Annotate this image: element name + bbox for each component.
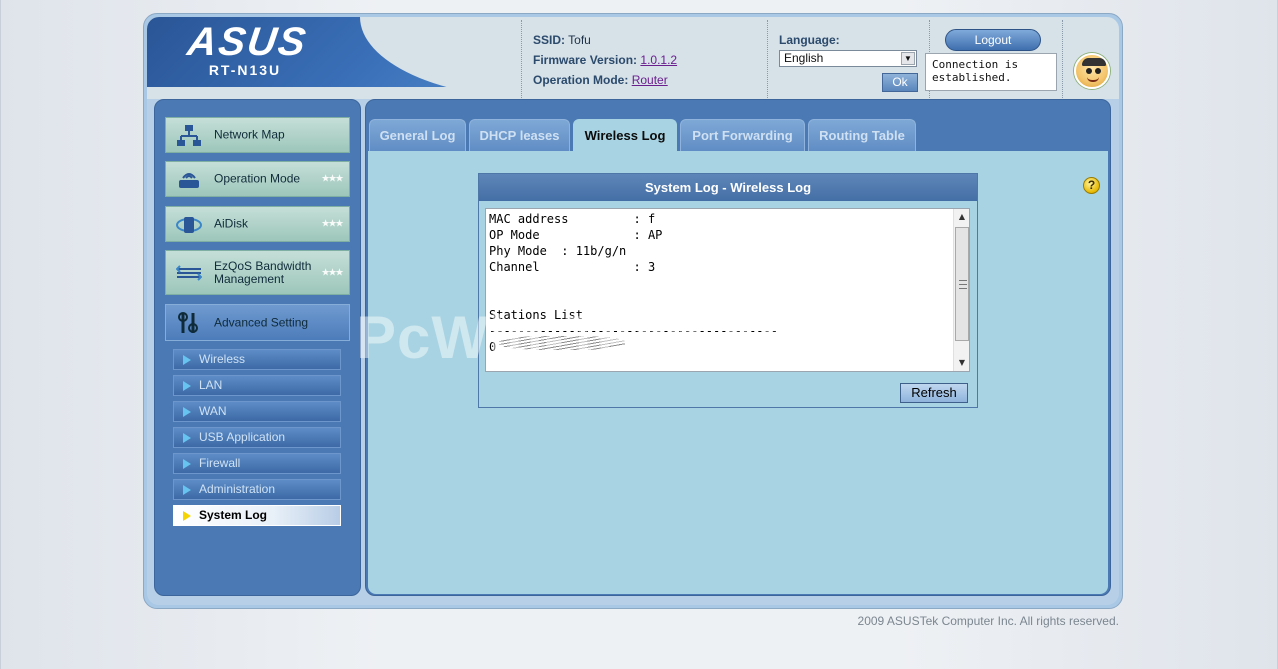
- log-line: ​: [489, 275, 969, 291]
- divider: [767, 20, 768, 98]
- copyright-footer: 2009 ASUSTek Computer Inc. All rights re…: [857, 614, 1119, 628]
- status-avatar-icon: [1074, 53, 1110, 89]
- menu-advanced-setting[interactable]: Advanced Setting: [165, 304, 350, 341]
- menu-operation-mode[interactable]: Operation Mode ★★★: [165, 161, 350, 197]
- help-icon[interactable]: ?: [1083, 177, 1100, 194]
- router-icon: [179, 173, 199, 188]
- model-name: RT-N13U: [208, 62, 282, 78]
- stars-icon: ★★★: [321, 267, 344, 278]
- submenu-system-log[interactable]: System Log: [173, 505, 341, 526]
- submenu-usb-application[interactable]: USB Application: [173, 427, 341, 448]
- language-select[interactable]: English ▼: [779, 50, 917, 67]
- advanced-setting-icon: [178, 312, 198, 333]
- tab-port-forwarding[interactable]: Port Forwarding: [680, 119, 805, 152]
- submenu-wireless[interactable]: Wireless: [173, 349, 341, 370]
- tab-wireless-log[interactable]: Wireless Log: [573, 119, 677, 153]
- triangle-right-icon: [183, 433, 191, 443]
- avatar-eye: [1095, 68, 1101, 74]
- log-line: OP Mode : AP: [489, 228, 663, 242]
- avatar-mouth: [1087, 77, 1099, 82]
- firmware-link[interactable]: 1.0.1.2: [640, 53, 677, 67]
- submenu-firewall[interactable]: Firewall: [173, 453, 341, 474]
- menu-network-map[interactable]: Network Map: [165, 117, 350, 153]
- tab-routing-table[interactable]: Routing Table: [808, 119, 916, 152]
- submenu-administration[interactable]: Administration: [173, 479, 341, 500]
- opmode-link[interactable]: Router: [632, 73, 668, 87]
- refresh-button[interactable]: Refresh: [900, 383, 968, 403]
- ssid-value: Tofu: [568, 33, 591, 47]
- submenu-label: System Log: [199, 508, 268, 522]
- menu-label: Network Map: [214, 127, 285, 142]
- avatar-eye: [1086, 68, 1092, 74]
- divider: [521, 20, 522, 98]
- log-title: System Log - Wireless Log: [479, 174, 977, 201]
- tab-dhcp-leases[interactable]: DHCP leases: [469, 119, 570, 152]
- submenu-label: WAN: [199, 404, 227, 418]
- submenu-lan[interactable]: LAN: [173, 375, 341, 396]
- submenu-label: Wireless: [199, 352, 246, 366]
- scroll-up-icon[interactable]: ▲: [954, 209, 970, 225]
- log-line: Channel : 3: [489, 260, 656, 274]
- ezqos-icon: [176, 265, 202, 281]
- stars-icon: ★★★: [321, 218, 344, 230]
- menu-label: AiDisk: [214, 216, 249, 231]
- menu-label: Advanced Setting: [214, 315, 309, 329]
- scroll-down-icon[interactable]: ▼: [954, 355, 970, 371]
- language-label: Language:: [779, 33, 840, 47]
- log-line: MAC address : f: [489, 212, 656, 226]
- triangle-right-icon: [183, 459, 191, 469]
- aidisk-icon: [176, 217, 202, 233]
- divider: [1062, 20, 1063, 98]
- submenu-label: LAN: [199, 378, 223, 392]
- triangle-right-icon: [183, 355, 191, 365]
- opmode-label: Operation Mode:: [533, 73, 629, 87]
- submenu-wan[interactable]: WAN: [173, 401, 341, 422]
- avatar-hair: [1082, 58, 1106, 66]
- triangle-right-icon: [183, 511, 191, 521]
- firmware-info: Firmware Version: 1.0.1.2: [533, 53, 677, 67]
- triangle-right-icon: [183, 381, 191, 391]
- stars-icon: ★★★: [321, 173, 344, 185]
- menu-label: Operation Mode: [214, 171, 301, 186]
- submenu-label: Firewall: [199, 456, 241, 470]
- submenu-label: USB Application: [199, 430, 286, 444]
- menu-ezqos[interactable]: EzQoS Bandwidth Management ★★★: [165, 250, 350, 295]
- logout-button[interactable]: Logout: [945, 29, 1041, 51]
- ssid-label: SSID:: [533, 33, 566, 47]
- submenu-label: Administration: [199, 482, 276, 496]
- menu-label: EzQoS Bandwidth Management: [214, 258, 312, 286]
- log-line: Phy Mode : 11b/g/n: [489, 244, 627, 258]
- ssid-info: SSID: Tofu: [533, 33, 591, 47]
- triangle-right-icon: [183, 485, 191, 495]
- triangle-right-icon: [183, 407, 191, 417]
- scroll-thumb[interactable]: [955, 227, 969, 341]
- firmware-label: Firmware Version:: [533, 53, 638, 67]
- network-map-icon: [177, 125, 201, 146]
- chevron-down-icon: ▼: [901, 52, 915, 65]
- language-value: English: [784, 51, 824, 65]
- ok-button[interactable]: Ok: [882, 73, 918, 92]
- watermark: PcWin-Tech.com: [356, 304, 849, 371]
- menu-aidisk[interactable]: AiDisk ★★★: [165, 206, 350, 242]
- asus-logo: ASUS: [184, 20, 311, 64]
- tab-general-log[interactable]: General Log: [369, 119, 466, 152]
- grip-icon: [959, 280, 967, 289]
- log-scrollbar[interactable]: ▲ ▼: [953, 209, 969, 371]
- opmode-info: Operation Mode: Router: [533, 73, 668, 87]
- connection-status: Connection is established.: [925, 53, 1057, 91]
